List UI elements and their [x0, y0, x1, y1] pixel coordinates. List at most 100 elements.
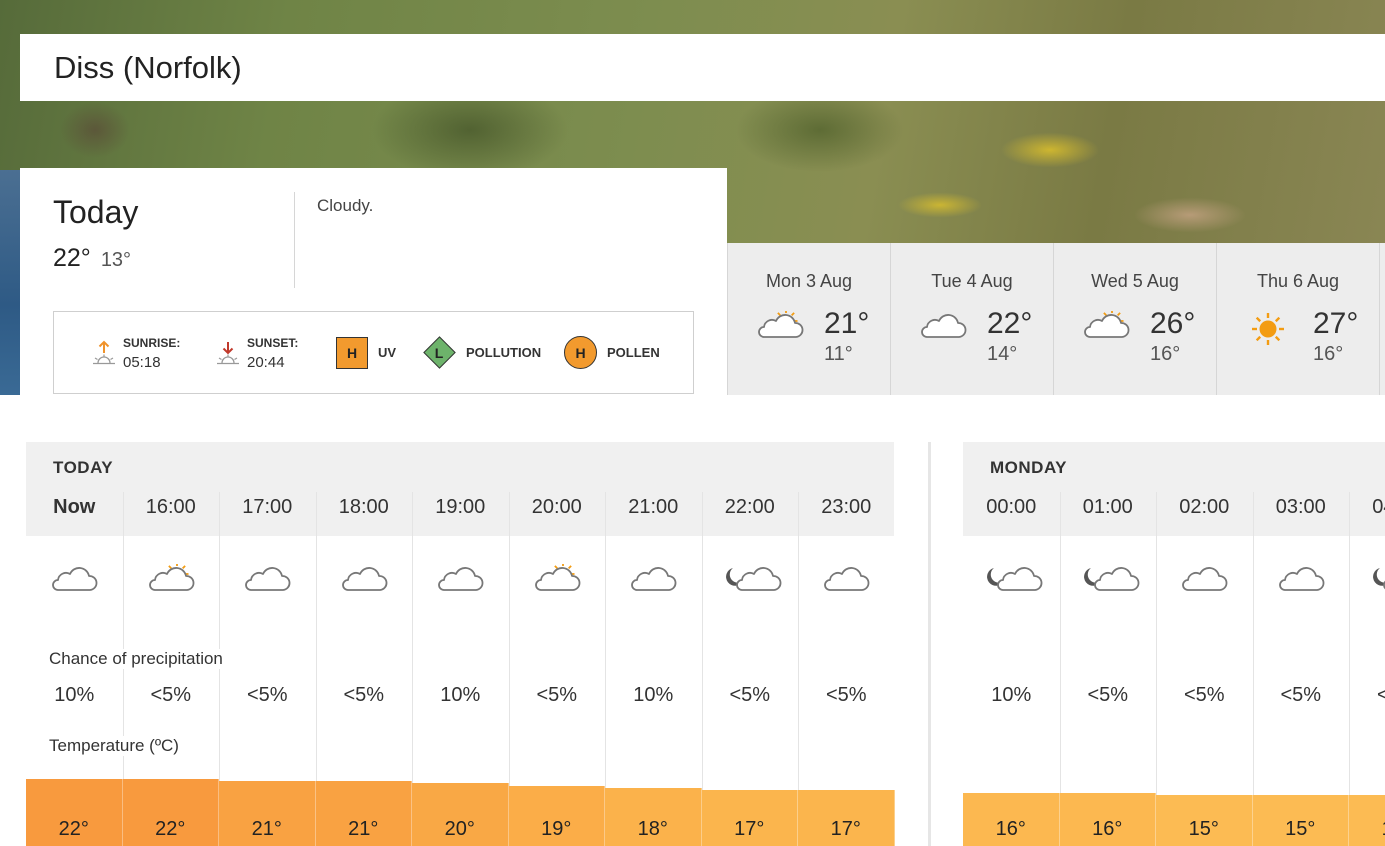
today-weather-summary: Cloudy. [317, 196, 374, 215]
cloud-icon [1178, 564, 1228, 605]
temperature-bar: 16° [963, 793, 1060, 846]
hour-time: 19:00 [435, 496, 486, 518]
moon-cloud-icon [724, 564, 782, 605]
hour-time: 02:00 [1179, 496, 1230, 518]
precip-chance: <5% [1280, 684, 1322, 706]
day-tab-partial[interactable] [1379, 243, 1385, 395]
daily-forecast-tabs: Mon 3 Aug 21° 11° Tue 4 Aug 22° 14° Wed 5 Aug 2… [727, 243, 1385, 395]
hour-temperature: 20° [444, 818, 475, 840]
today-low-temp: 13° [100, 249, 132, 271]
cloud-icon [627, 564, 677, 605]
today-temperatures: 22° 13° [53, 244, 131, 273]
day-high-temp: 21° [824, 307, 870, 340]
hour-temperature: 15° [1188, 818, 1219, 840]
day-tab-0[interactable]: Mon 3 Aug 21° 11° [727, 243, 890, 395]
column-divider [315, 492, 317, 802]
precip-chance: <5% [825, 684, 867, 706]
hourly-today-panel: TODAY Now 10% 22° 16:00 <5% 22° 17:00 <5% 21° 18:… [26, 442, 895, 846]
column-divider [1252, 492, 1254, 802]
hour-time: 00:00 [986, 496, 1037, 518]
sunrise-info: SUNRISE: 05:18 [91, 312, 180, 393]
precip-chance: <5% [150, 684, 192, 706]
hour-column: 20:00 <5% 19° [508, 442, 605, 846]
hour-time: 22:00 [724, 496, 775, 518]
hour-column: 01:00 <5% 16° [1059, 442, 1156, 846]
sunset-time: 20:44 [247, 353, 285, 371]
precip-row-label: Chance of precipitation [49, 649, 227, 669]
temperature-bar: 22° [122, 779, 219, 846]
precip-chance: <5% [1183, 684, 1225, 706]
sunrise-time: 05:18 [123, 353, 161, 371]
today-high-temp: 22° [53, 244, 91, 272]
column-divider [1349, 492, 1350, 802]
sunrise-label: SUNRISE: [123, 335, 181, 350]
precip-chance: <5% [246, 684, 288, 706]
cloud-icon [1275, 564, 1325, 605]
hour-temperature: 16° [1092, 818, 1123, 840]
pollen-level-badge: H [564, 336, 597, 369]
sunset-label: SUNSET: [247, 335, 299, 350]
day-high-temp: 27° [1313, 307, 1359, 340]
hour-temperature: 17° [830, 818, 861, 840]
hourly-monday-panel: MONDAY 00:00 10% 16° 01:00 <5% 16° 02:00 <5% 15°… [963, 442, 1385, 846]
hour-column: 18:00 <5% 21° [315, 442, 412, 846]
today-heading: Today [53, 194, 139, 230]
cloud-icon [820, 564, 870, 605]
hour-column: Now 10% 22° [26, 442, 123, 846]
sunny-intervals-icon [145, 562, 195, 605]
hour-column: 03:00 <5% 15° [1252, 442, 1349, 846]
precip-chance: <5% [536, 684, 578, 706]
day-tab-1[interactable]: Tue 4 Aug 22° 14° [890, 243, 1053, 395]
cloud-icon [48, 564, 98, 605]
uv-label: UV [378, 345, 397, 360]
hour-temperature: 22° [58, 818, 89, 840]
hour-time: 01:00 [1082, 496, 1133, 518]
precip-chance: <5% [1087, 684, 1129, 706]
sun-and-air-quality-strip: SUNRISE: 05:18 SUNSET: 20:44 H UV L POLL… [53, 311, 694, 394]
hour-column: 21:00 10% 18° [605, 442, 702, 846]
pollen-info[interactable]: H POLLEN [564, 312, 660, 393]
hour-temperature: 18° [637, 818, 668, 840]
pollution-info[interactable]: L POLLUTION [422, 312, 541, 393]
day-low-temp: 16° [1313, 343, 1344, 365]
hour-column: 16:00 <5% 22° [122, 442, 219, 846]
day-low-temp: 14° [987, 343, 1018, 365]
hour-time: Now [53, 496, 96, 518]
day-label: Mon 3 Aug [765, 271, 853, 291]
uv-info[interactable]: H UV [336, 312, 396, 393]
divider [294, 192, 295, 288]
column-divider [508, 492, 510, 802]
hour-temperature: 21° [348, 818, 379, 840]
today-summary-card: Today 22° 13° Cloudy. SUNRISE: 05:18 SUN… [20, 168, 727, 395]
day-label: Thu 6 Aug [1256, 271, 1340, 291]
sunset-icon [215, 338, 241, 368]
temperature-row-label: Temperature (ºC) [49, 736, 183, 756]
day-label: Wed 5 Aug [1091, 271, 1179, 291]
day-label: Tue 4 Aug [931, 271, 1013, 291]
day-separator [928, 442, 931, 846]
hour-temperature: 21° [251, 818, 282, 840]
day-tab-3[interactable]: Thu 6 Aug 27° 16° [1216, 243, 1379, 395]
temperature-bar: 17° [798, 790, 895, 846]
hour-column: 23:00 <5% 17° [798, 442, 895, 846]
sun-icon [1243, 311, 1293, 352]
temperature-bar: 15° [1156, 795, 1253, 846]
cloud-icon [917, 311, 967, 352]
day-tab-2[interactable]: Wed 5 Aug 26° 16° [1053, 243, 1216, 395]
pollen-label: POLLEN [607, 345, 660, 360]
location-title: Diss (Norfolk) [54, 49, 242, 85]
hour-time: 20:00 [531, 496, 582, 518]
temperature-bar: 21° [315, 781, 412, 846]
sunny-intervals-icon [1080, 309, 1130, 352]
hour-time: 23:00 [821, 496, 872, 518]
temperature-bar: 15° [1349, 795, 1385, 846]
hour-time: 16:00 [145, 496, 196, 518]
moon-cloud-icon [1082, 564, 1140, 605]
hour-column: 02:00 <5% 15° [1156, 442, 1253, 846]
hour-temperature: 19° [541, 818, 572, 840]
day-high-temp: 26° [1150, 307, 1196, 340]
hour-temperature: 16° [995, 818, 1026, 840]
column-divider [412, 492, 413, 802]
temperature-bar: 18° [605, 788, 702, 846]
precip-chance: 10% [54, 684, 95, 706]
